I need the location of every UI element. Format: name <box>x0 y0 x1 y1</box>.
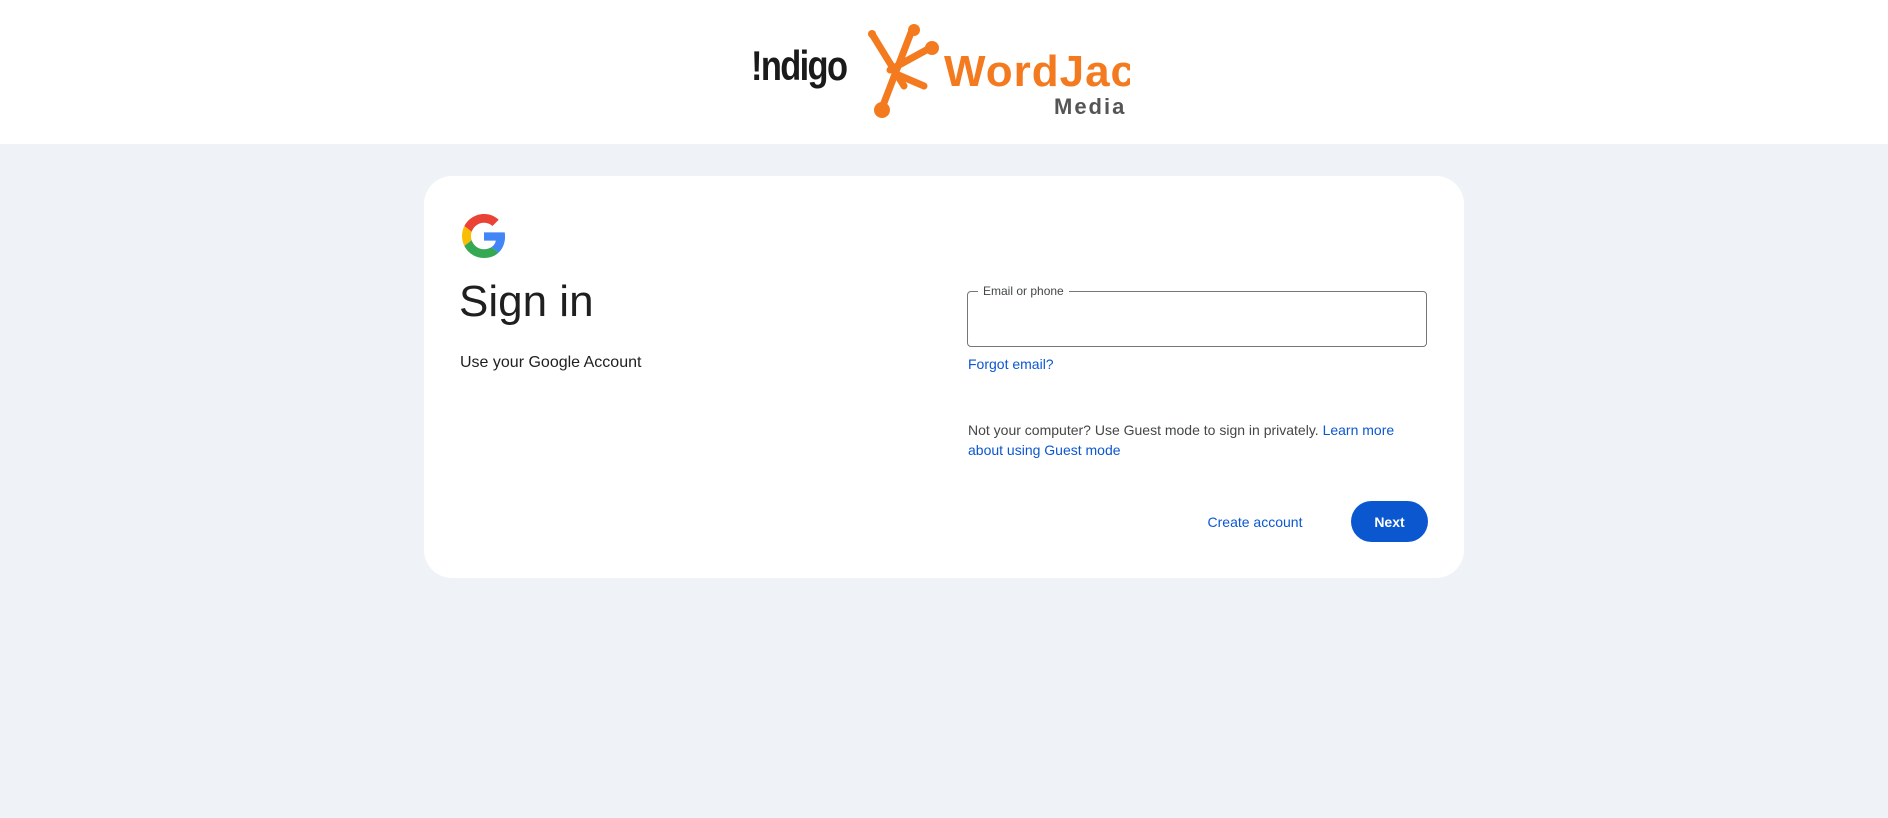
email-field[interactable]: Email or phone <box>967 284 1427 347</box>
email-input[interactable] <box>982 302 1416 338</box>
indigo-logo: !ndigo <box>751 42 848 89</box>
partner-logos: !ndigo WordJack Media <box>748 24 1130 124</box>
header-bar: !ndigo WordJack Media <box>0 0 1888 144</box>
page-title: Sign in <box>459 277 594 326</box>
svg-text:Media: Media <box>1054 94 1126 119</box>
next-button[interactable]: Next <box>1351 501 1428 542</box>
forgot-email-link[interactable]: Forgot email? <box>968 356 1054 372</box>
svg-text:WordJack: WordJack <box>944 47 1130 96</box>
guest-mode-text: Not your computer? Use Guest mode to sig… <box>968 422 1319 438</box>
guest-mode-notice: Not your computer? Use Guest mode to sig… <box>968 420 1428 460</box>
google-g-icon <box>462 214 506 258</box>
wordjack-media-logo: WordJack Media <box>868 24 1130 119</box>
page-subtitle: Use your Google Account <box>460 354 642 371</box>
signin-card: Sign in Use your Google Account Email or… <box>424 176 1464 578</box>
create-account-button[interactable]: Create account <box>1200 502 1310 542</box>
email-field-label: Email or phone <box>978 284 1069 298</box>
